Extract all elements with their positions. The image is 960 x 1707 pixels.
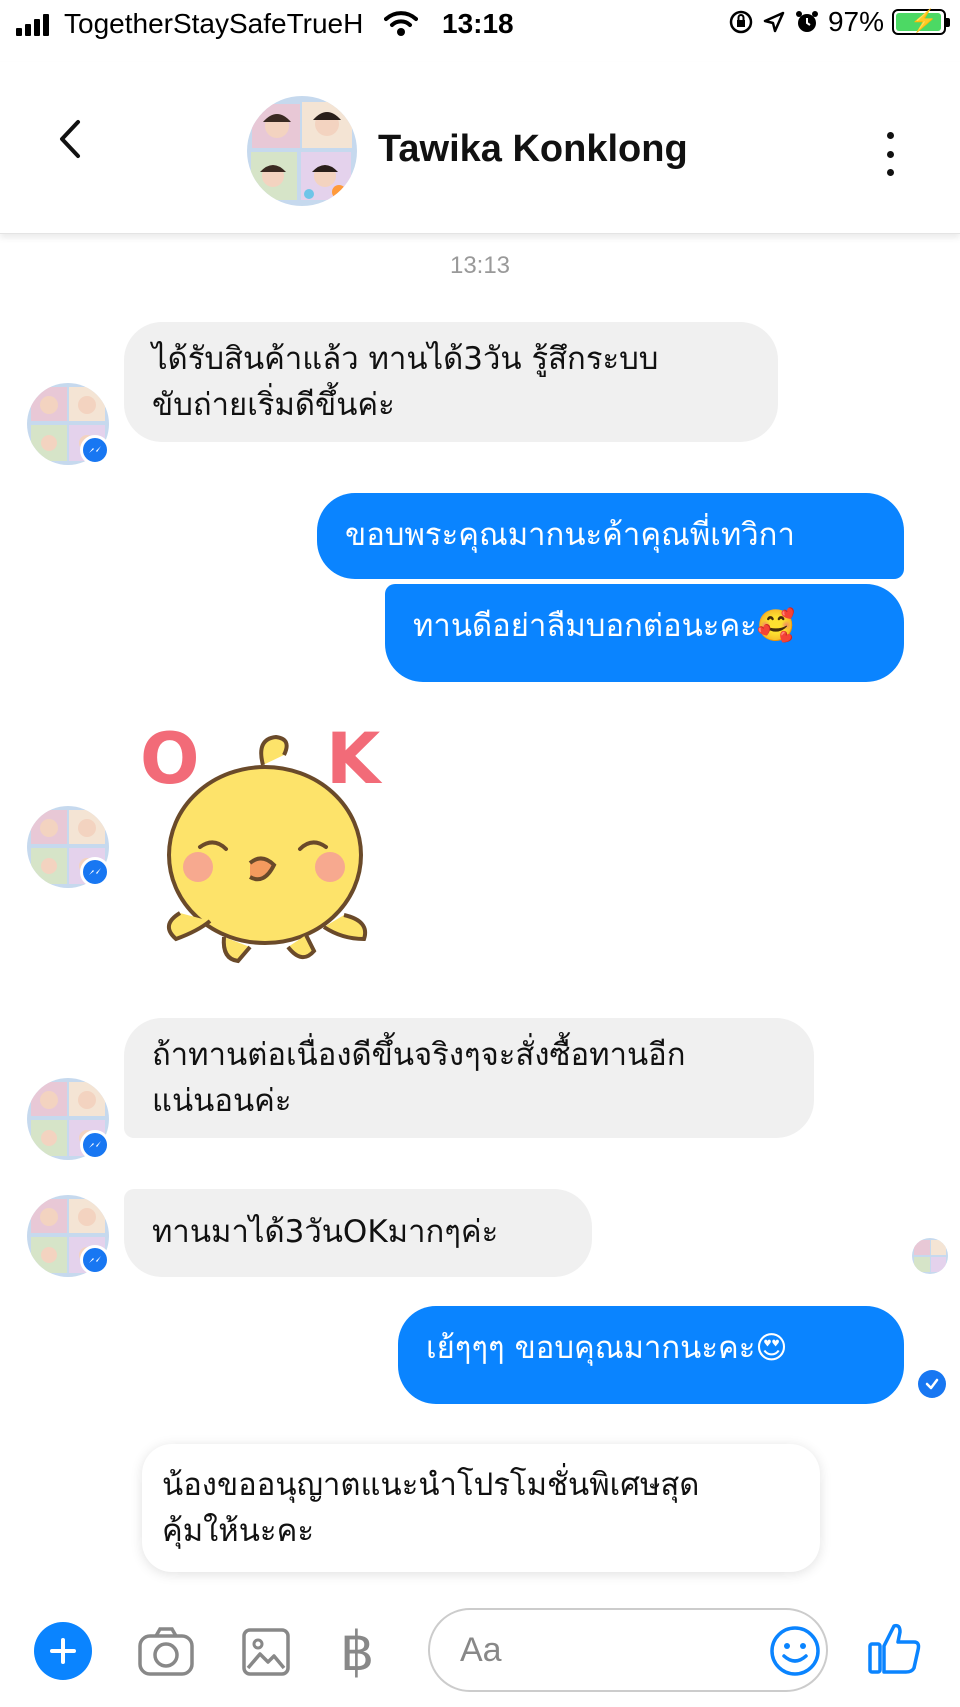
battery-percent: 97% xyxy=(827,6,884,37)
orientation-lock-icon xyxy=(729,10,753,34)
contact-name[interactable]: Tawika Konklong xyxy=(378,128,688,171)
message-line: คุ้มให้นะคะ xyxy=(162,1513,314,1549)
status-bar: TogetherStaySafeTrueH 13:18 97% ⚡ xyxy=(0,0,960,50)
image-icon[interactable] xyxy=(236,1622,296,1682)
signal-icon xyxy=(16,14,49,36)
thumbs-up-icon[interactable] xyxy=(866,1618,922,1678)
messenger-badge-icon xyxy=(80,1245,110,1275)
outgoing-message[interactable]: เย้ๆๆๆ ขอบคุณมากนะคะ😍 xyxy=(398,1306,904,1404)
incoming-message[interactable]: ถ้าทานต่อเนื่องดีขึ้นจริงๆจะสั่งซื้อทานอ… xyxy=(124,1018,814,1138)
message-text: เย้ๆๆๆ ขอบคุณมากนะคะ😍 xyxy=(426,1330,788,1366)
message-composer: ฿ xyxy=(0,1600,960,1707)
messenger-badge-icon xyxy=(80,435,110,465)
charging-icon: ⚡ xyxy=(910,8,938,33)
message-line: ได้รับสินค้าแล้ว ทานได้3วัน รู้สึกระบบ xyxy=(152,341,659,377)
message-timestamp: 13:13 xyxy=(449,252,511,279)
plus-icon[interactable] xyxy=(34,1622,92,1680)
message-line: ขับถ่ายเริ่มดีขึ้นค่ะ xyxy=(152,387,395,423)
battery-icon: ⚡ xyxy=(892,8,950,35)
message-text: ขอบพระคุณมากนะค้าคุณพี่เทวิกา xyxy=(345,517,795,553)
messenger-badge-icon xyxy=(80,1130,110,1160)
message-line: น้องขออนุญาตแนะนำโปรโมชั่นพิเศษสุด xyxy=(162,1467,700,1503)
location-icon xyxy=(763,11,785,33)
wifi-icon xyxy=(384,11,418,36)
contact-avatar[interactable] xyxy=(247,96,357,206)
message-input[interactable] xyxy=(460,1624,740,1676)
message-text: ทานมาได้3วันOKมากๆค่ะ xyxy=(152,1214,499,1250)
seen-indicator-avatar xyxy=(912,1238,948,1274)
outgoing-message[interactable]: ทานดีอย่าลืมบอกต่อนะคะ🥰 xyxy=(385,584,904,682)
carrier-name: TogetherStaySafeTrueH xyxy=(64,8,364,39)
status-right: 97% ⚡ xyxy=(728,6,950,38)
more-options-icon[interactable] xyxy=(880,132,900,176)
ok-sticker[interactable]: O K xyxy=(138,718,398,970)
alarm-icon xyxy=(795,11,818,32)
back-icon[interactable] xyxy=(50,114,90,164)
incoming-message[interactable]: ได้รับสินค้าแล้ว ทานได้3วัน รู้สึกระบบ ข… xyxy=(124,322,778,442)
message-line: ถ้าทานต่อเนื่องดีขึ้นจริงๆจะสั่งซื้อทานอ… xyxy=(152,1037,686,1073)
baht-icon[interactable]: ฿ xyxy=(340,1622,400,1682)
outgoing-message[interactable]: ขอบพระคุณมากนะค้าคุณพี่เทวิกา xyxy=(317,493,904,579)
promotion-message-popup[interactable]: น้องขออนุญาตแนะนำโปรโมชั่นพิเศษสุด คุ้มใ… xyxy=(142,1444,820,1572)
messenger-badge-icon xyxy=(80,857,110,887)
status-time: 13:18 xyxy=(442,8,514,39)
chat-header: Tawika Konklong xyxy=(0,62,960,234)
camera-icon[interactable] xyxy=(136,1622,196,1682)
message-text: ทานดีอย่าลืมบอกต่อนะคะ🥰 xyxy=(413,608,796,644)
message-line: แน่นอนค่ะ xyxy=(152,1083,292,1119)
incoming-message[interactable]: ทานมาได้3วันOKมากๆค่ะ xyxy=(124,1189,592,1277)
smiley-icon[interactable] xyxy=(768,1624,822,1678)
message-input-container[interactable] xyxy=(428,1608,828,1692)
sticker-letter: O xyxy=(140,725,200,800)
delivered-check-icon xyxy=(918,1370,946,1398)
sticker-letter: K xyxy=(326,725,383,800)
